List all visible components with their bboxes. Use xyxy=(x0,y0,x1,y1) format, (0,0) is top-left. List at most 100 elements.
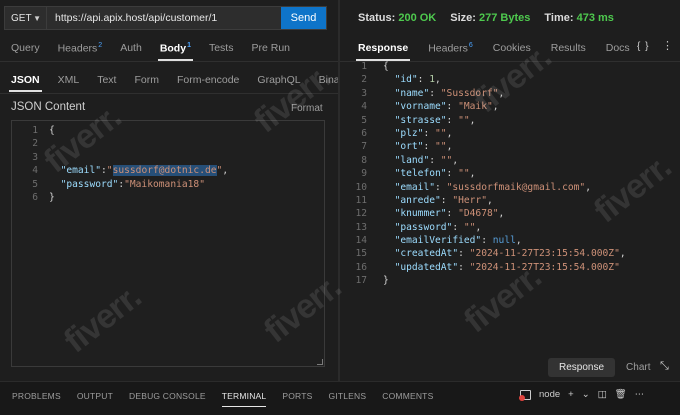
split-icon[interactable]: ◫ xyxy=(598,389,607,400)
line-number: 2 xyxy=(32,138,38,150)
trash-icon[interactable]: 🗑 xyxy=(615,389,627,400)
line-numbers: 1 23 456 xyxy=(12,124,38,204)
format-button[interactable]: Format xyxy=(291,103,323,114)
response-code[interactable]: { "id": 1, "name": "Sussdorf", "vorname"… xyxy=(383,60,626,288)
code-token: , xyxy=(498,87,505,99)
code-token: : xyxy=(423,127,436,139)
resize-handle[interactable] xyxy=(317,359,323,365)
body-tab-graphql[interactable]: GraphQL xyxy=(257,74,300,86)
code-token: "id" xyxy=(394,74,418,86)
response-tab-cookies[interactable]: Cookies xyxy=(493,42,531,54)
send-button[interactable]: Send xyxy=(281,7,326,29)
more-vertical-icon[interactable]: ⋮ xyxy=(662,39,673,52)
method-select[interactable]: GET ▼ xyxy=(5,7,47,29)
body-tab-form-encode[interactable]: Form-encode xyxy=(177,74,239,86)
code-token: "" xyxy=(435,127,447,139)
code-token: "" xyxy=(458,168,470,180)
url-bar: GET ▼ https://api.apix.host/api/customer… xyxy=(4,6,327,30)
code-token: : xyxy=(440,194,453,206)
tab-badge: 2 xyxy=(98,41,103,49)
divider xyxy=(0,93,338,94)
code-line: "plz": "", xyxy=(383,127,626,140)
response-tab-docs[interactable]: Docs xyxy=(606,42,630,54)
response-tab-headers[interactable]: Headers6 xyxy=(428,42,473,55)
body-tab-form[interactable]: Form xyxy=(134,74,159,86)
line-number: 17 xyxy=(355,275,367,287)
code-token: : xyxy=(481,235,493,247)
panel-tab-problems[interactable]: PROBLEMS xyxy=(12,391,61,401)
tab-pre-run[interactable]: Pre Run xyxy=(251,42,290,54)
line-number: 4 xyxy=(32,165,38,177)
tab-label: Docs xyxy=(605,42,630,54)
code-token: "knummer" xyxy=(394,208,447,220)
line-number: 3 xyxy=(361,87,367,99)
line-number: 1 xyxy=(32,125,38,136)
line-number: 4 xyxy=(361,101,367,113)
tab-query[interactable]: Query xyxy=(11,42,40,54)
line-number: 1 xyxy=(361,61,367,72)
panel-tab-ports[interactable]: PORTS xyxy=(282,391,312,401)
line-number: 16 xyxy=(355,261,367,273)
line-number: 15 xyxy=(355,248,367,260)
section-title: JSON Content xyxy=(11,101,86,113)
json-editor[interactable]: 1 23 456 { "email":"sussdorf@dotnic.de", "… xyxy=(11,120,325,367)
add-icon[interactable]: + xyxy=(568,389,574,400)
code-line: "telefon": "", xyxy=(383,167,626,180)
panel-tab-comments[interactable]: COMMENTS xyxy=(382,391,433,401)
body-tab-xml[interactable]: XML xyxy=(58,74,80,86)
url-input[interactable]: https://api.apix.host/api/customer/1 xyxy=(47,7,281,29)
tab-label: Tests xyxy=(208,42,234,54)
panel-tab-gitlens[interactable]: GITLENS xyxy=(328,391,366,401)
tab-label: Headers xyxy=(428,42,468,55)
panel-tab-terminal[interactable]: TERMINAL xyxy=(221,391,267,407)
code-line: "password": "", xyxy=(383,221,626,234)
chevron-down-icon[interactable]: ⌄ xyxy=(582,389,590,400)
code-line: "email": "sussdorfmaik@gmail.com", xyxy=(383,181,626,194)
tab-label: Auth xyxy=(120,42,142,54)
editor-code[interactable]: { "email":"sussdorf@dotnic.de", "passwor… xyxy=(49,124,228,204)
bottom-panel: PROBLEMS OUTPUT DEBUG CONSOLE TERMINAL PORTS… xyxy=(0,381,680,415)
line-number: 5 xyxy=(32,178,38,190)
body-tab-json[interactable]: JSON xyxy=(9,74,42,92)
request-tabs: Query Headers2 Auth Body1 Tests Pre Run xyxy=(11,39,308,61)
error-dot xyxy=(519,394,525,401)
code-token: { xyxy=(49,125,55,136)
code-token: : xyxy=(423,141,436,153)
response-pane: Status: 200 OK Size: 277 Bytes Time: 473… xyxy=(340,0,680,381)
code-token: sussdorf@dotnic.de xyxy=(112,165,217,177)
tab-badge: 6 xyxy=(468,41,473,49)
response-tab-response[interactable]: Response xyxy=(355,42,411,61)
tab-headers[interactable]: Headers2 xyxy=(58,42,103,55)
tab-label: Cookies xyxy=(492,42,531,54)
code-line: { xyxy=(49,124,228,137)
view-response-button[interactable]: Response xyxy=(548,358,616,377)
view-chart-button[interactable]: Chart xyxy=(615,358,661,377)
code-token: : xyxy=(435,181,447,193)
tab-auth[interactable]: Auth xyxy=(120,42,142,54)
tab-tests[interactable]: Tests xyxy=(209,42,234,54)
terminal-name[interactable]: node xyxy=(539,389,560,400)
tab-body[interactable]: Body1 xyxy=(157,42,194,61)
code-token: { xyxy=(383,61,389,72)
panel-tab-debug-console[interactable]: DEBUG CONSOLE xyxy=(129,391,206,401)
body-tab-text[interactable]: Text xyxy=(97,74,116,86)
line-number: 3 xyxy=(32,151,38,163)
response-tab-results[interactable]: Results xyxy=(551,42,586,54)
code-token: "plz" xyxy=(394,127,424,139)
more-icon[interactable]: ⋯ xyxy=(635,389,645,400)
braces-icon[interactable]: { } xyxy=(637,41,649,52)
line-number: 8 xyxy=(361,154,367,166)
tab-label: GraphQL xyxy=(257,74,301,86)
code-token: , xyxy=(469,114,476,126)
terminal-icon[interactable] xyxy=(519,389,531,401)
status-item: Status: 200 OK xyxy=(358,12,436,24)
code-token: : xyxy=(417,74,430,86)
expand-icon[interactable]: ⤡ xyxy=(660,360,669,373)
panel-tab-output[interactable]: OUTPUT xyxy=(77,391,113,401)
